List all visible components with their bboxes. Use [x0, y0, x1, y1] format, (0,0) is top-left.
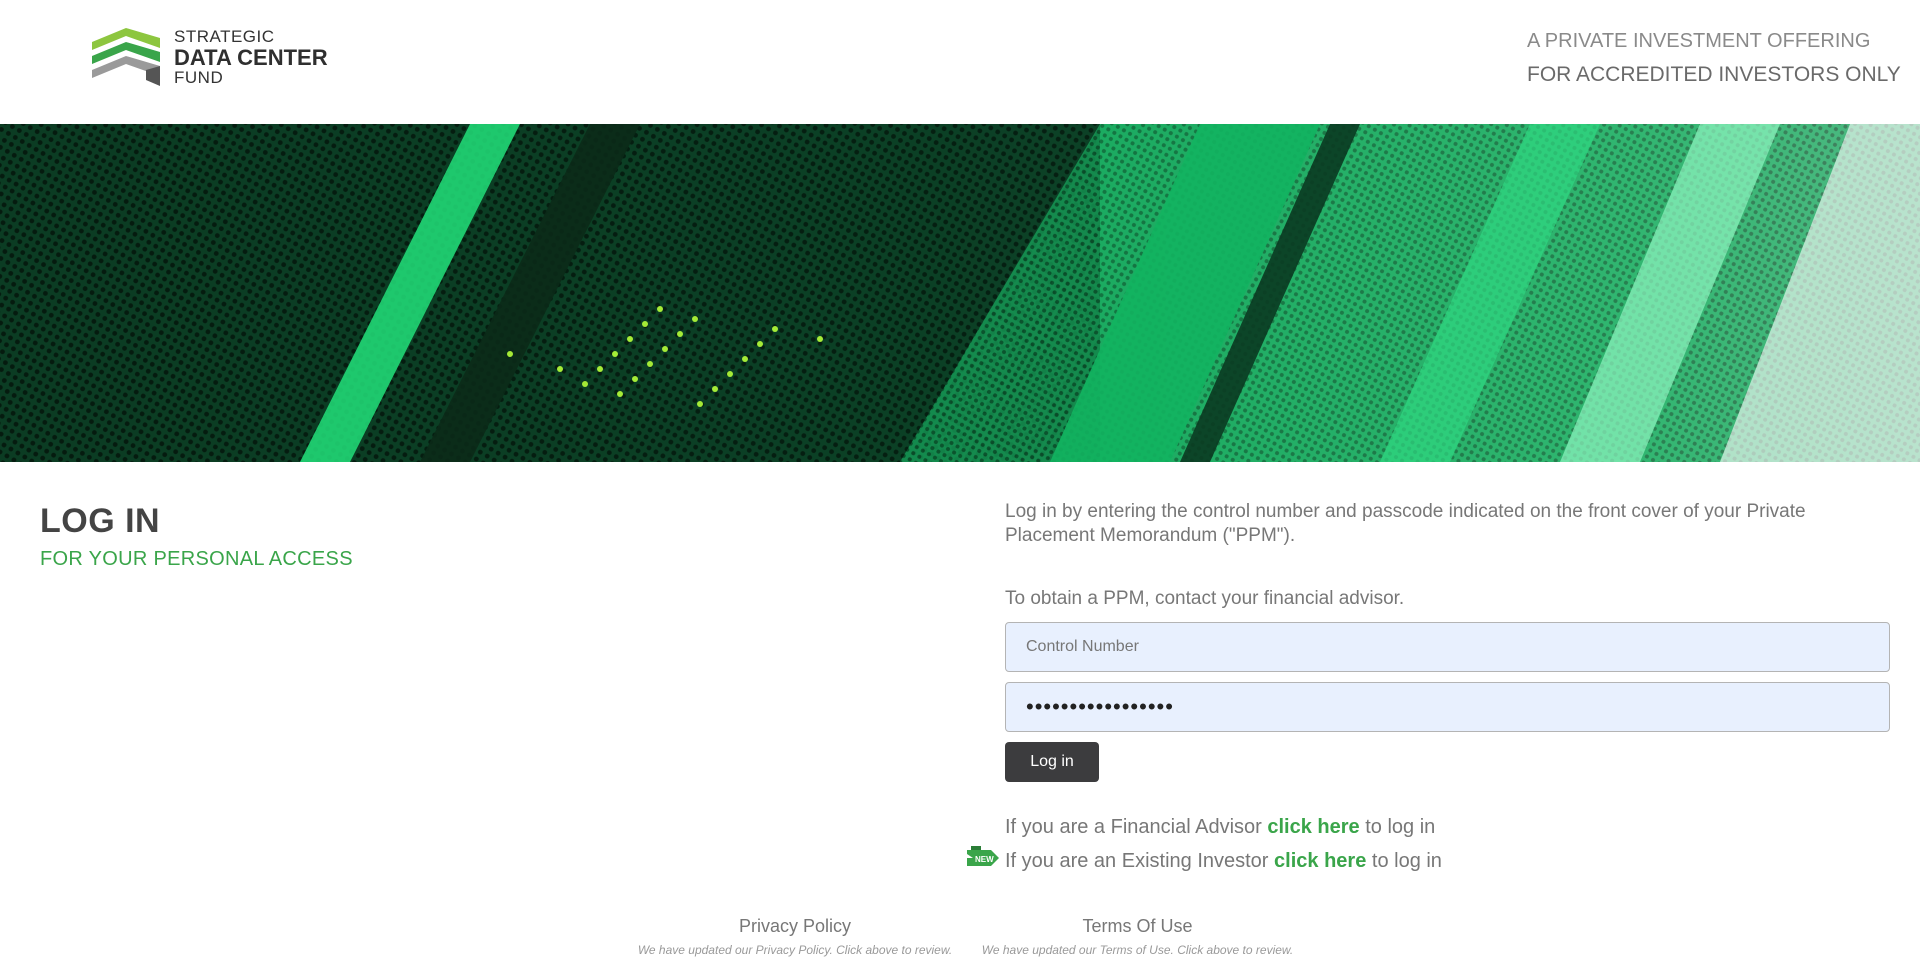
privacy-policy-link[interactable]: Privacy Policy: [630, 916, 960, 937]
tagline-line-2: FOR ACCREDITED INVESTORS ONLY: [1527, 63, 1901, 86]
advisor-prefix: If you are a Financial Advisor: [1005, 816, 1268, 838]
new-arrow-badge-icon: NEW: [967, 846, 999, 866]
logo-wordmark: STRATEGIC DATA CENTER FUND: [174, 28, 328, 87]
offering-tagline: A PRIVATE INVESTMENT OFFERING FOR ACCRED…: [1527, 30, 1901, 87]
logo-line-1: STRATEGIC: [174, 27, 275, 46]
logo-line-2: DATA CENTER: [174, 44, 328, 70]
server-rack-image: [0, 124, 1920, 462]
advisor-suffix: to log in: [1359, 816, 1436, 838]
page-title: LOG IN: [40, 502, 161, 540]
terms-footer: Terms Of Use We have updated our Terms o…: [975, 916, 1300, 957]
control-number-input[interactable]: [1005, 622, 1890, 672]
new-badge-text: NEW: [975, 855, 994, 864]
terms-of-use-link[interactable]: Terms Of Use: [975, 916, 1300, 937]
passcode-input[interactable]: [1005, 682, 1890, 732]
login-instructions: Log in by entering the control number an…: [1005, 501, 1806, 546]
investor-prefix: If you are an Existing Investor: [1005, 850, 1275, 872]
site-header: STRATEGIC DATA CENTER FUND A PRIVATE INV…: [0, 0, 1920, 124]
advisor-login-link[interactable]: click here: [1267, 816, 1359, 838]
terms-update-note: We have updated our Terms of Use. Click …: [981, 943, 1294, 957]
chevron-stack-logo-icon: [92, 28, 160, 87]
privacy-update-note: We have updated our Privacy Policy. Clic…: [637, 943, 953, 957]
page-subtitle: FOR YOUR PERSONAL ACCESS: [40, 548, 353, 570]
investor-login-link[interactable]: click here: [1274, 850, 1366, 872]
logo-line-3: FUND: [174, 67, 224, 87]
login-button[interactable]: Log in: [1005, 742, 1099, 782]
hero-banner: [0, 124, 1920, 462]
brand-logo[interactable]: STRATEGIC DATA CENTER FUND: [90, 28, 328, 87]
login-panel: Log in by entering the control number an…: [967, 500, 1890, 878]
tagline-line-1: A PRIVATE INVESTMENT OFFERING: [1527, 30, 1871, 52]
alternate-login-links: NEW If you are a Financial Advisor click…: [967, 810, 1890, 878]
ppm-instructions: To obtain a PPM, contact your financial …: [1005, 588, 1405, 609]
privacy-footer: Privacy Policy We have updated our Priva…: [630, 916, 960, 957]
investor-login-row: If you are an Existing Investor click he…: [1005, 844, 1890, 878]
advisor-login-row: If you are a Financial Advisor click her…: [1005, 810, 1890, 844]
investor-suffix: to log in: [1366, 850, 1442, 872]
